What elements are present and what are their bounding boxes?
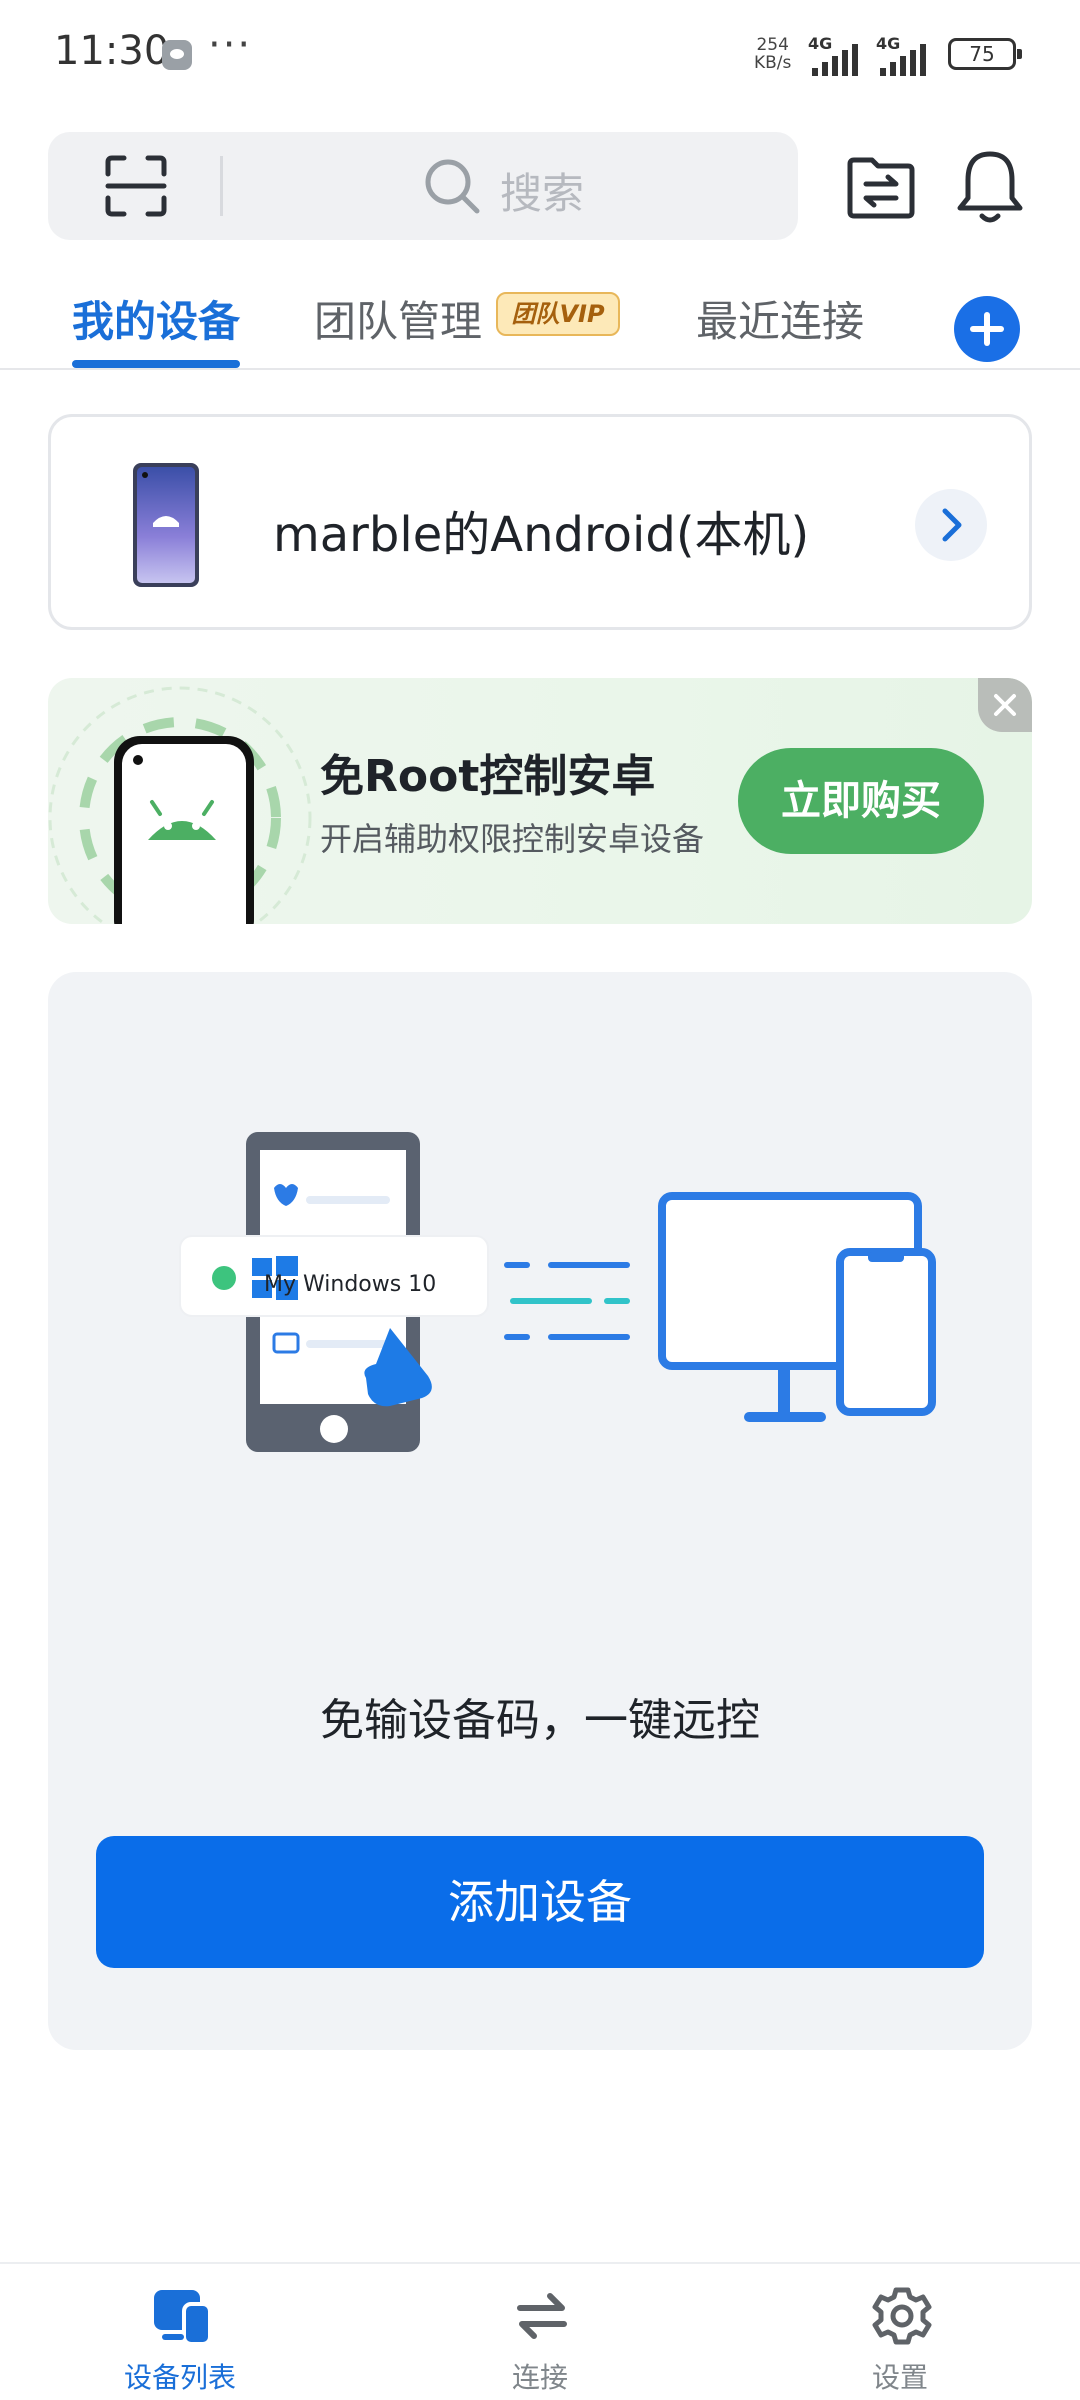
network-speed-unit: KB/s	[754, 53, 792, 73]
tab-recent-connections[interactable]: 最近连接	[696, 288, 864, 349]
status-bar: 11:30 ··· 254 KB/s 4G 4G 75	[0, 0, 1080, 110]
add-icon[interactable]	[954, 296, 1020, 362]
more-notifications-icon: ···	[208, 22, 253, 68]
status-time: 11:30	[54, 28, 170, 74]
nav-settings-label: 设置	[871, 2361, 928, 2394]
device-details-button[interactable]	[915, 489, 987, 561]
empty-state-panel: My Windows 10 免输设备码，一键远控 添加设备	[48, 972, 1032, 2050]
close-icon	[994, 694, 1016, 716]
windows-device-label: My Windows 10	[264, 1272, 437, 1297]
search-input[interactable]: 搜索	[500, 160, 584, 221]
team-vip-badge: 团队VIP	[496, 292, 620, 336]
tab-team-management[interactable]: 团队管理	[314, 288, 482, 349]
device-card[interactable]: marble的Android(本机)	[48, 414, 1032, 630]
tab-bar: 我的设备 团队管理 团队VIP 最近连接	[0, 270, 1080, 370]
search-divider	[220, 156, 223, 216]
remote-control-illustration	[179, 1132, 936, 1452]
connect-arrows-icon	[517, 2293, 567, 2339]
gear-icon	[872, 2287, 932, 2345]
promo-title: 免Root控制安卓	[320, 751, 656, 802]
bottom-nav: 设备列表 连接 设置	[0, 2262, 1080, 2400]
bell-icon[interactable]	[954, 148, 1026, 226]
nav-settings[interactable]: 设置	[800, 2264, 1000, 2400]
empty-state-tagline: 免输设备码，一键远控	[320, 1695, 760, 1746]
nav-connect[interactable]: 连接	[440, 2264, 640, 2400]
network-speed: 254 KB/s	[754, 36, 791, 72]
search-icon	[425, 159, 480, 214]
search-bar[interactable]: 搜索	[48, 132, 798, 240]
scan-icon[interactable]	[104, 154, 168, 218]
nav-connect-label: 连接	[511, 2361, 568, 2394]
buy-now-button[interactable]: 立即购买	[738, 748, 984, 854]
battery-icon: 75	[948, 38, 1022, 70]
android-phone-icon	[133, 463, 199, 587]
promo-banner[interactable]: 免Root控制安卓 开启辅助权限控制安卓设备 立即购买	[48, 678, 1032, 924]
devices-icon	[154, 2290, 212, 2346]
nav-device-list-label: 设备列表	[123, 2361, 236, 2394]
message-notification-icon	[162, 40, 192, 70]
chevron-right-icon	[942, 508, 962, 542]
add-device-button[interactable]: 添加设备	[96, 1836, 984, 1968]
network-speed-value: 254	[756, 35, 789, 55]
tab-active-indicator	[72, 360, 240, 368]
file-transfer-icon[interactable]	[846, 152, 916, 222]
device-name: marble的Android(本机)	[273, 507, 810, 563]
tab-my-devices[interactable]: 我的设备	[72, 288, 240, 349]
promo-subtitle: 开启辅助权限控制安卓设备	[320, 820, 705, 858]
nav-device-list[interactable]: 设备列表	[80, 2264, 280, 2400]
close-promo-button[interactable]	[978, 678, 1032, 732]
